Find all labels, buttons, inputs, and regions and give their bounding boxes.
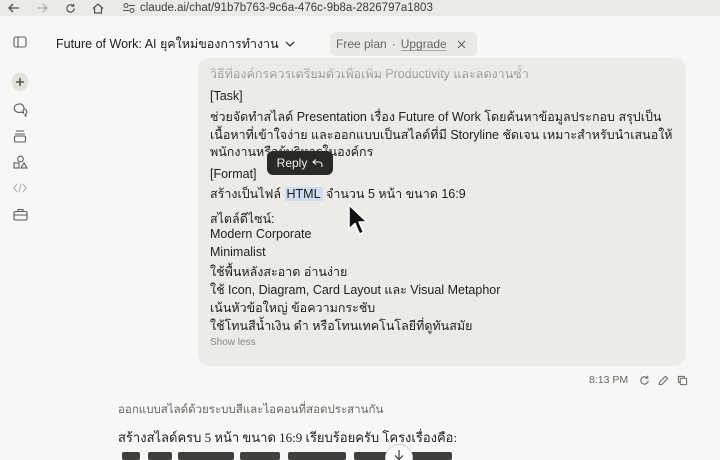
sidebar-toggle-icon[interactable] [12, 34, 28, 50]
message-line: ใช้โทนสีน้ำเงิน ดำ หรือโทนเทคโนโลยีที่ดู… [210, 319, 473, 333]
chat-header: Future of Work: AI ยุคใหม่ของการทำงาน [56, 34, 297, 54]
arrow-down-icon [394, 449, 404, 460]
chevron-down-icon[interactable] [285, 38, 297, 50]
user-message: วิธีที่องค์กรควรเตรียมตัวเพื่อเพิ่ม Prod… [198, 58, 686, 366]
address-bar[interactable]: claude.ai/chat/91b7b763-9c6a-476c-9b8a-2… [140, 2, 433, 14]
mouse-cursor-icon [348, 204, 368, 235]
message-time: 8:13 PM [589, 374, 629, 386]
close-icon[interactable] [457, 39, 467, 49]
shapes-icon[interactable] [12, 154, 28, 170]
message-line: [Task] [210, 89, 243, 103]
message-line: สไตล์ดีไซน์: [210, 212, 275, 226]
reload-icon[interactable] [56, 0, 84, 16]
retry-icon[interactable] [638, 374, 651, 387]
arrow-left-icon[interactable] [0, 0, 28, 16]
message-line: ใช้ Icon, Diagram, Card Layout และ Visua… [210, 283, 501, 297]
chat-title[interactable]: Future of Work: AI ยุคใหม่ของการทำงาน [56, 34, 279, 54]
message-line: [Format] [210, 167, 257, 181]
arrow-right-icon[interactable] [28, 0, 56, 16]
stack-icon[interactable] [12, 128, 28, 144]
chat-bubbles-icon[interactable] [12, 102, 28, 118]
message-line: Modern Corporate [210, 227, 312, 241]
plan-separator: · [391, 37, 396, 51]
assistant-status[interactable]: ออกแบบสไลด์ด้วยระบบสีและไอคอนที่สอดประสา… [118, 401, 383, 419]
assistant-reply-text: สร้างสไลด์ครบ 5 หน้า ขนาด 16:9 เรียบร้อย… [118, 430, 458, 445]
message-line: วิธีที่องค์กรควรเตรียมตัวเพื่อเพิ่ม Prod… [210, 67, 529, 81]
site-settings-icon[interactable] [118, 0, 140, 16]
message-actions: 8:13 PM [589, 372, 689, 388]
plan-banner: Free plan · Upgrade [330, 32, 477, 56]
briefcase-icon[interactable] [12, 206, 28, 222]
reply-arrow-icon [312, 158, 323, 168]
show-less-button[interactable]: Show less [210, 337, 256, 348]
message-line: Minimalist [210, 245, 266, 259]
new-chat-button[interactable] [12, 73, 28, 91]
reply-button[interactable]: Reply [267, 151, 333, 175]
format-text: สร้างเป็นไฟล์ [210, 187, 282, 201]
selected-text[interactable]: HTML [284, 187, 323, 201]
plus-icon [12, 73, 28, 91]
browser-toolbar: claude.ai/chat/91b7b763-9c6a-476c-9b8a-2… [0, 0, 720, 16]
code-icon[interactable] [12, 180, 28, 196]
edit-icon[interactable] [657, 374, 670, 387]
sidebar [0, 16, 40, 460]
plan-label: Free plan [336, 37, 387, 51]
message-line: เน้นหัวข้อใหญ่ ข้อความกระชับ [210, 301, 376, 315]
message-line: ใช้พื้นหลังสะอาด อ่านง่าย [210, 265, 348, 279]
home-icon[interactable] [84, 0, 112, 16]
message-line: สร้างเป็นไฟล์ HTML จำนวน 5 หน้า ขนาด 16:… [210, 184, 466, 204]
copy-icon[interactable] [676, 374, 689, 387]
upgrade-link[interactable]: Upgrade [401, 37, 447, 51]
reply-label: Reply [276, 156, 308, 170]
format-text: จำนวน 5 หน้า ขนาด 16:9 [326, 187, 466, 201]
message-line: ช่วยจัดทำสไลด์ Presentation เรื่อง Futur… [210, 110, 662, 124]
